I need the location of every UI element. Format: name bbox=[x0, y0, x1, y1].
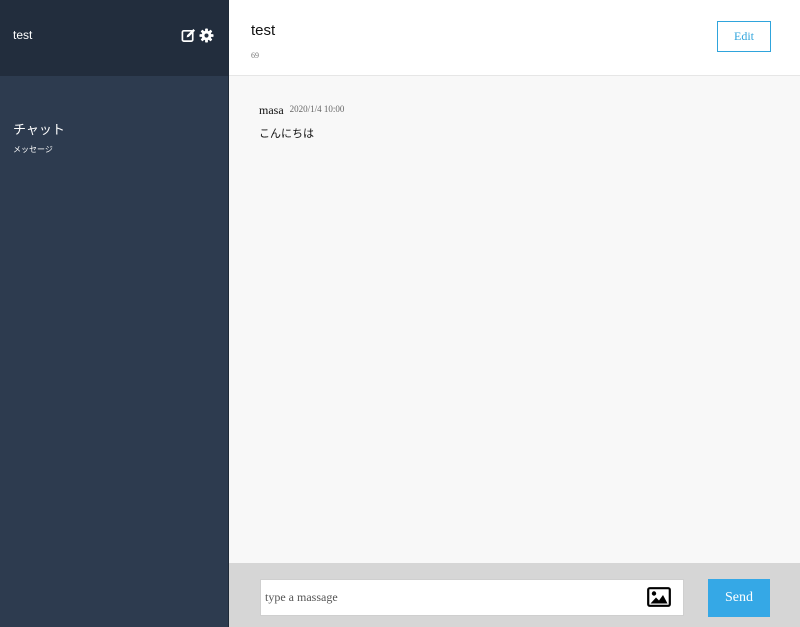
sidebar-room-item[interactable]: チャット メッセージ bbox=[13, 119, 213, 155]
gear-icon[interactable] bbox=[199, 28, 214, 43]
sidebar-room-description: メッセージ bbox=[13, 145, 53, 154]
message-list: masa 2020/1/4 10:00 こんにちは bbox=[229, 77, 800, 563]
sidebar-header-actions bbox=[181, 28, 215, 44]
message-item: masa 2020/1/4 10:00 こんにちは bbox=[259, 101, 344, 141]
send-button[interactable]: Send bbox=[708, 579, 770, 617]
room-title: test bbox=[251, 22, 276, 39]
chat-main: test 69 Edit masa 2020/1/4 10:00 こんにちは S… bbox=[229, 0, 800, 627]
sidebar: test チャット メッセージ bbox=[0, 0, 229, 627]
message-meta: masa 2020/1/4 10:00 bbox=[259, 101, 344, 117]
chat-header: test 69 Edit bbox=[229, 0, 800, 76]
edit-button[interactable]: Edit bbox=[717, 21, 771, 52]
edit-icon[interactable] bbox=[181, 28, 196, 43]
room-count: 69 bbox=[251, 51, 259, 60]
message-user: masa bbox=[259, 103, 284, 117]
sidebar-room-name: チャット bbox=[13, 122, 65, 137]
message-composer: Send bbox=[229, 563, 800, 627]
message-text: こんにちは bbox=[259, 128, 314, 140]
current-user-name: test bbox=[13, 28, 33, 42]
image-icon[interactable] bbox=[647, 587, 671, 607]
message-input[interactable] bbox=[260, 579, 684, 616]
sidebar-header: test bbox=[0, 0, 228, 76]
message-time: 2020/1/4 10:00 bbox=[289, 104, 345, 114]
